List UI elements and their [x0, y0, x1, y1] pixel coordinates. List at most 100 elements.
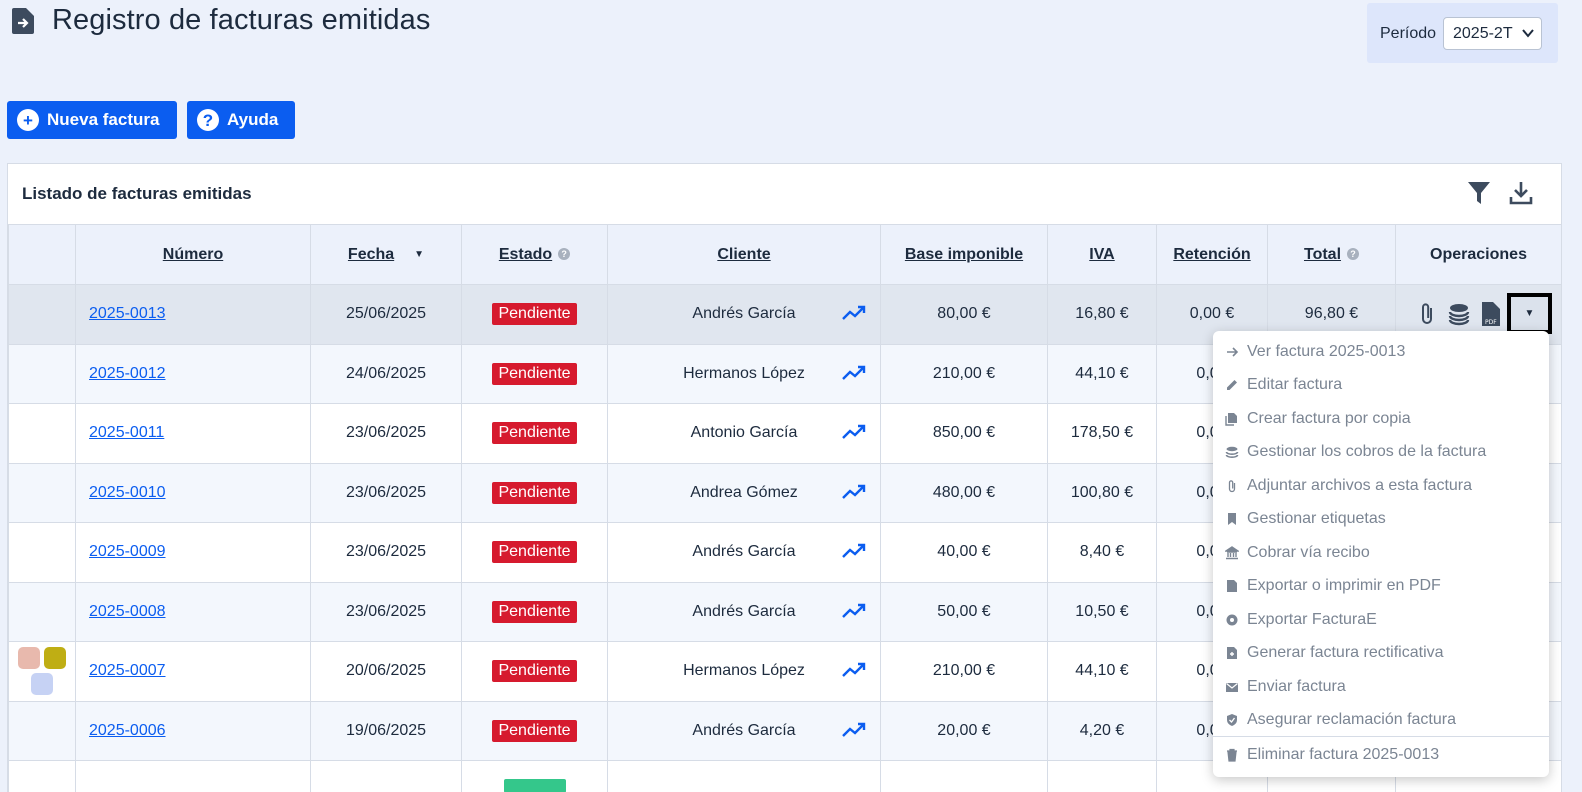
invoice-link[interactable]: 2025-0013: [89, 305, 166, 322]
trend-chart-icon[interactable]: [842, 365, 866, 381]
menu-item-label: Adjuntar archivos a esta factura: [1247, 477, 1473, 494]
info-icon[interactable]: ?: [558, 247, 571, 260]
menu-item-bookmark[interactable]: Gestionar etiquetas: [1225, 507, 1386, 531]
menu-divider: [1213, 736, 1549, 737]
menu-item-rectify[interactable]: Generar factura rectificativa: [1225, 641, 1444, 665]
cell-fecha: 23/06/2025: [310, 403, 462, 464]
menu-item-label: Crear factura por copia: [1247, 410, 1411, 427]
trend-chart-icon[interactable]: [842, 424, 866, 440]
invoice-link[interactable]: 2025-0012: [89, 365, 166, 382]
tag-swatch[interactable]: [18, 647, 40, 670]
cell-cliente: Andrés García: [607, 581, 881, 642]
invoice-link[interactable]: 2025-0011: [89, 424, 164, 441]
facturae-icon: [1226, 614, 1238, 626]
coins-icon[interactable]: [1448, 301, 1470, 327]
menu-item-pencil[interactable]: Editar factura: [1225, 373, 1342, 397]
col-numero[interactable]: Número: [75, 224, 311, 285]
col-estado[interactable]: Estado?: [461, 224, 608, 285]
cell-fecha: [310, 760, 462, 792]
invoice-link[interactable]: 2025-0006: [89, 722, 166, 739]
cell-iva: 16,80 €: [1047, 284, 1157, 345]
filter-icon[interactable]: [1467, 180, 1491, 206]
invoice-link[interactable]: 2025-0007: [89, 662, 166, 679]
cell-numero[interactable]: 2025-0007: [75, 641, 311, 702]
new-invoice-button[interactable]: + Nueva factura: [7, 101, 177, 139]
menu-item-label: Enviar factura: [1247, 678, 1346, 695]
status-badge: Pendiente: [492, 303, 577, 326]
col-cliente[interactable]: Cliente: [607, 224, 881, 285]
cell-tags: [8, 403, 76, 464]
menu-item-trash[interactable]: Eliminar factura 2025-0013: [1225, 743, 1439, 767]
menu-item-copy[interactable]: Crear factura por copia: [1225, 407, 1411, 431]
col-iva[interactable]: IVA: [1047, 224, 1157, 285]
cell-cliente: Hermanos López: [607, 343, 881, 404]
caret-down-icon: ▼: [1524, 308, 1535, 319]
operations-dropdown-toggle[interactable]: ▼: [1507, 293, 1552, 334]
status-badge: Pendiente: [492, 600, 577, 623]
menu-item-bank[interactable]: Cobrar vía recibo: [1225, 541, 1370, 565]
tag-swatch[interactable]: [31, 673, 53, 696]
chevron-down-icon: [1522, 29, 1534, 38]
menu-item-pdf[interactable]: Exportar o imprimir en PDF: [1225, 574, 1441, 598]
cell-numero[interactable]: 2025-0011: [75, 403, 311, 464]
cell-fecha: 24/06/2025: [310, 343, 462, 404]
menu-item-shield[interactable]: Asegurar reclamación factura: [1225, 708, 1456, 732]
period-select[interactable]: 2025-2T: [1443, 17, 1542, 50]
trend-chart-icon[interactable]: [842, 662, 866, 678]
cell-base: 210,00 €: [880, 343, 1048, 404]
menu-item-label: Editar factura: [1247, 376, 1343, 393]
cell-numero[interactable]: 2025-0013: [75, 284, 311, 345]
invoice-out-icon: [12, 8, 34, 34]
invoice-link[interactable]: 2025-0008: [89, 603, 166, 620]
download-icon[interactable]: [1509, 180, 1533, 206]
tag-swatch[interactable]: [44, 647, 66, 670]
cell-base: 50,00 €: [880, 581, 1048, 642]
cell-numero[interactable]: 2025-0012: [75, 343, 311, 404]
menu-item-label: Eliminar factura 2025-0013: [1247, 746, 1440, 763]
menu-item-label: Gestionar los cobros de la factura: [1247, 443, 1487, 460]
col-total[interactable]: Total?: [1267, 224, 1396, 285]
cell-tags: [8, 641, 76, 702]
cell-iva: 44,10 €: [1047, 641, 1157, 702]
operations-menu: Ver factura 2025-0013 Editar factura Crear…: [1213, 331, 1549, 777]
menu-item-label: Cobrar vía recibo: [1247, 544, 1370, 561]
col-operaciones: Operaciones: [1395, 224, 1562, 285]
col-retencion[interactable]: Retención: [1156, 224, 1268, 285]
row-tags[interactable]: [16, 647, 68, 696]
menu-item-facturae[interactable]: Exportar FacturaE: [1225, 608, 1377, 632]
trend-chart-icon[interactable]: [842, 305, 866, 321]
cell-numero[interactable]: 2025-0008: [75, 581, 311, 642]
page-title: Registro de facturas emitidas: [52, 4, 431, 36]
paperclip-icon[interactable]: [1416, 301, 1438, 327]
coins-icon: [1225, 446, 1239, 458]
cell-fecha: 23/06/2025: [310, 581, 462, 642]
cell-numero[interactable]: 2025-0009: [75, 522, 311, 583]
trend-chart-icon[interactable]: [842, 484, 866, 500]
status-badge: Pendiente: [492, 541, 577, 564]
trend-chart-icon[interactable]: [842, 603, 866, 619]
cell-cliente: Andrea Gómez: [607, 462, 881, 523]
help-button[interactable]: ? Ayuda: [187, 101, 295, 139]
trend-chart-icon[interactable]: [842, 543, 866, 559]
cell-fecha: 23/06/2025: [310, 522, 462, 583]
menu-item-paperclip[interactable]: Adjuntar archivos a esta factura: [1225, 474, 1472, 498]
cell-numero[interactable]: 2025-0006: [75, 700, 311, 761]
cell-numero[interactable]: 2025-0010: [75, 462, 311, 523]
invoice-link[interactable]: 2025-0010: [89, 484, 166, 501]
cell-tags: [8, 760, 76, 792]
info-icon[interactable]: ?: [1347, 247, 1360, 260]
pencil-icon: [1227, 380, 1237, 390]
menu-item-arrow-right[interactable]: Ver factura 2025-0013: [1225, 340, 1405, 364]
menu-item-label: Asegurar reclamación factura: [1247, 711, 1456, 728]
trend-chart-icon[interactable]: [842, 722, 866, 738]
col-base[interactable]: Base imponible: [880, 224, 1048, 285]
menu-item-coins[interactable]: Gestionar los cobros de la factura: [1225, 440, 1486, 464]
invoice-link[interactable]: 2025-0009: [89, 543, 166, 560]
menu-item-mail[interactable]: Enviar factura: [1225, 675, 1346, 699]
cell-base: 480,00 €: [880, 462, 1048, 523]
pdf-icon[interactable]: PDF: [1480, 301, 1502, 327]
cell-tags: [8, 462, 76, 523]
status-badge: Pendiente: [492, 362, 577, 385]
col-fecha[interactable]: Fecha ▼: [310, 224, 462, 285]
status-badge: Pendiente: [492, 660, 577, 683]
